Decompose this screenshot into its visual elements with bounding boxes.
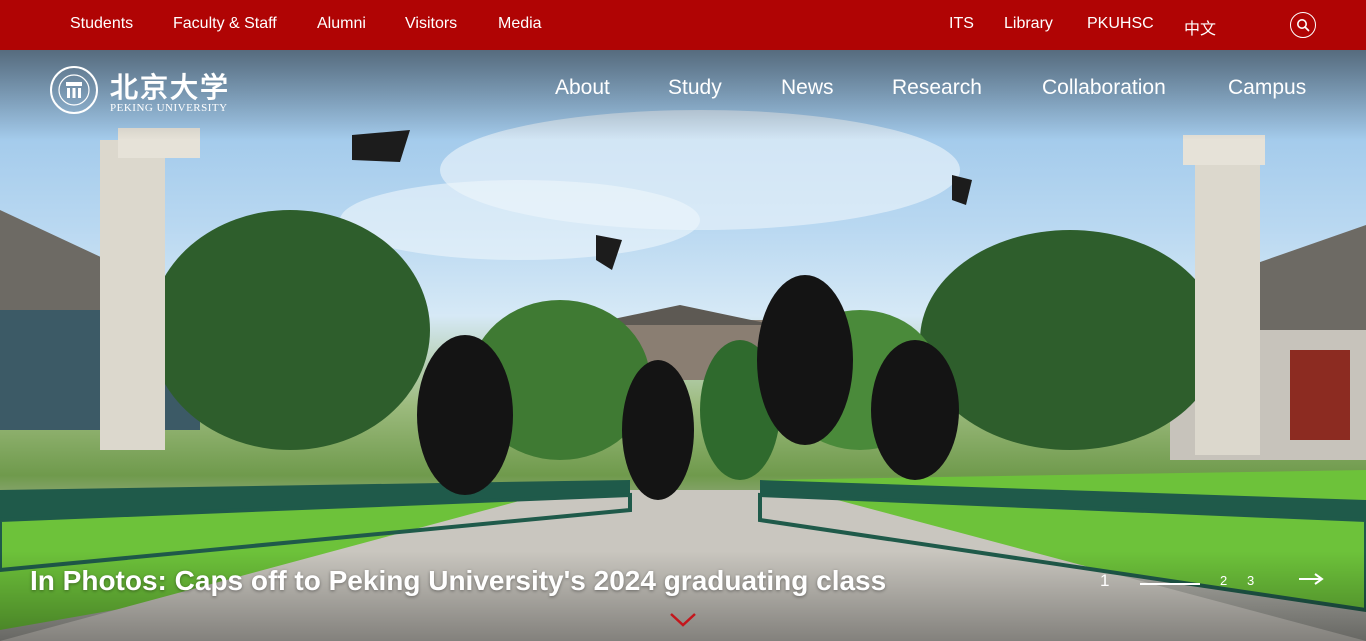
- search-button[interactable]: [1290, 12, 1316, 38]
- chevron-down-icon[interactable]: [669, 612, 697, 628]
- pager-item-3[interactable]: 3: [1247, 573, 1254, 588]
- utility-link-visitors[interactable]: Visitors: [405, 15, 457, 33]
- nav-campus[interactable]: Campus: [1228, 76, 1306, 100]
- university-seal-icon: [50, 66, 98, 114]
- utility-link-its[interactable]: ITS: [949, 15, 974, 33]
- university-logo[interactable]: 北京大学 PEKING UNIVERSITY: [50, 66, 230, 118]
- nav-study[interactable]: Study: [668, 76, 722, 100]
- hero-caption[interactable]: In Photos: Caps off to Peking University…: [30, 565, 886, 597]
- arrow-right-icon[interactable]: [1298, 572, 1324, 586]
- utility-link-students[interactable]: Students: [70, 15, 133, 33]
- utility-link-pkuhsc[interactable]: PKUHSC: [1087, 15, 1154, 33]
- utility-link-media[interactable]: Media: [498, 15, 542, 33]
- utility-bar: Students Faculty & Staff Alumni Visitors…: [0, 0, 1366, 50]
- utility-link-library[interactable]: Library: [1004, 15, 1053, 33]
- utility-link-faculty-staff[interactable]: Faculty & Staff: [173, 15, 277, 33]
- nav-research[interactable]: Research: [892, 76, 982, 100]
- pager-item-2[interactable]: 2: [1220, 573, 1227, 588]
- nav-collaboration[interactable]: Collaboration: [1042, 76, 1166, 100]
- utility-link-alumni[interactable]: Alumni: [317, 15, 366, 33]
- pager-current[interactable]: 1: [1100, 571, 1109, 591]
- hero-banner[interactable]: [0, 50, 1366, 641]
- nav-news[interactable]: News: [781, 76, 834, 100]
- logo-english-name: PEKING UNIVERSITY: [110, 102, 228, 114]
- nav-about[interactable]: About: [555, 76, 610, 100]
- logo-chinese-name: 北京大学: [110, 71, 231, 104]
- search-icon: [1297, 19, 1310, 32]
- pager-progress-line: [1140, 583, 1200, 585]
- utility-link-chinese[interactable]: 中文: [1184, 15, 1216, 39]
